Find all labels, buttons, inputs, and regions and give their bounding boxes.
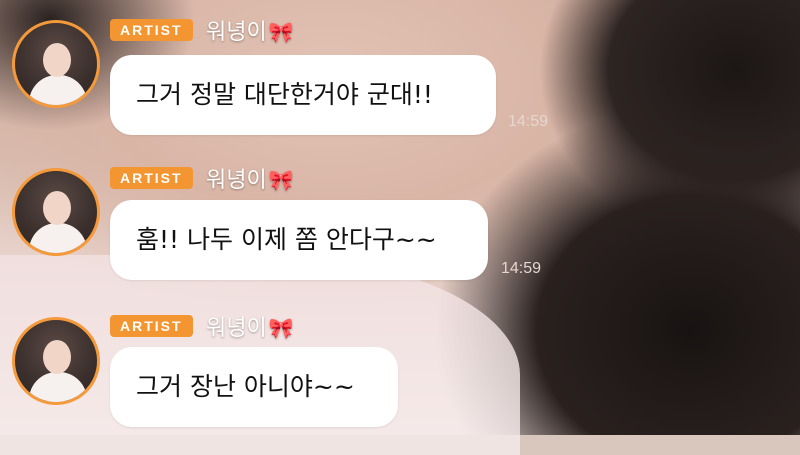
sender-name[interactable]: 워녕이 🎀 — [206, 310, 294, 342]
avatar[interactable] — [12, 317, 100, 405]
sender-name[interactable]: 워녕이 🎀 — [206, 14, 294, 46]
avatar-shirt — [29, 75, 87, 105]
ribbon-bow-icon: 🎀 — [268, 316, 294, 340]
sender-name-text: 워녕이 — [206, 316, 267, 341]
timestamp: 14:59 — [508, 113, 549, 130]
message-bubble[interactable]: 훔!! 나두 이제 쫌 안다구~~ — [110, 200, 488, 280]
avatar-face — [43, 191, 71, 225]
sender-name-text: 워녕이 — [206, 20, 267, 45]
ribbon-bow-icon: 🎀 — [268, 20, 294, 44]
sender-name-text: 워녕이 — [206, 168, 267, 193]
artist-badge: ARTIST — [110, 315, 193, 337]
avatar-face — [43, 43, 71, 77]
artist-badge: ARTIST — [110, 19, 193, 41]
sender-name[interactable]: 워녕이 🎀 — [206, 162, 294, 194]
avatar-shirt — [29, 223, 87, 253]
message-bubble[interactable]: 그거 정말 대단한거야 군대!! — [110, 55, 496, 135]
avatar-shirt — [29, 372, 87, 402]
artist-badge: ARTIST — [110, 167, 193, 189]
avatar[interactable] — [12, 20, 100, 108]
avatar-face — [43, 340, 71, 374]
timestamp: 14:59 — [501, 260, 542, 277]
avatar[interactable] — [12, 168, 100, 256]
message-bubble[interactable]: 그거 장난 아니야~~ — [110, 347, 398, 427]
ribbon-bow-icon: 🎀 — [268, 168, 294, 192]
